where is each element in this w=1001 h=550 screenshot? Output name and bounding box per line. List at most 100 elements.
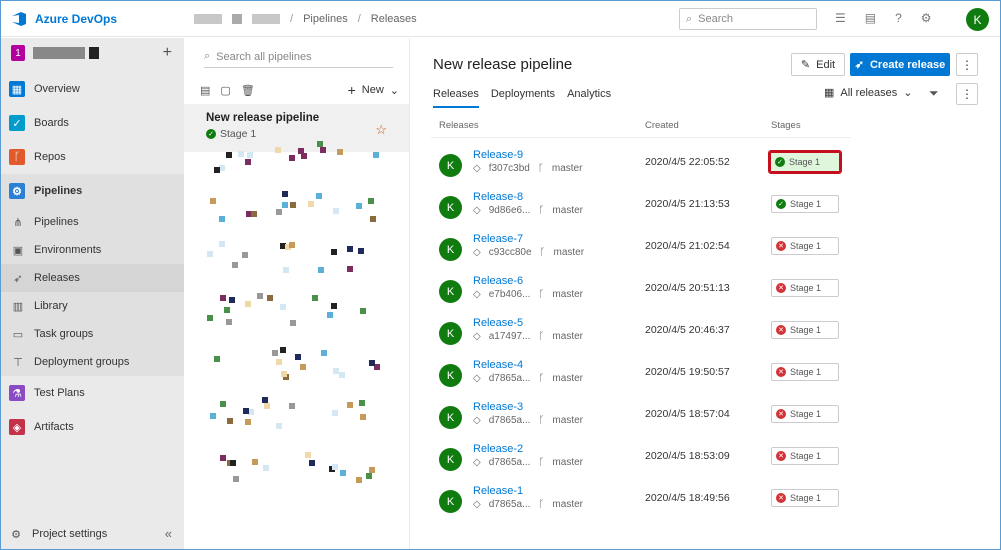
stage-badge[interactable]: ✕ Stage 1 [771,405,839,423]
nav-releases[interactable]: ➶ Releases [1,264,184,292]
release-meta: ◇ d7865a... ᚴ master [473,457,583,468]
table-row[interactable]: K Release-1 ◇ d7865a... ᚴ master 2020/4/5 18:4… [431,481,851,523]
branch-name: master [551,163,583,174]
stage-badge[interactable]: ✕ Stage 1 [771,237,839,255]
more-options-button[interactable]: ⋮ [956,83,978,105]
release-name[interactable]: Release-2 [473,443,523,455]
nav-library[interactable]: ▥ Library [1,292,184,320]
branch-icon: ᚴ [538,205,545,216]
release-name[interactable]: Release-7 [473,233,523,245]
add-icon[interactable]: + [163,44,172,62]
filter-list-icon: ▦ [824,87,835,99]
pipelines-icon: ⚙ [9,183,25,199]
nav-test-plans[interactable]: ⚗ Test Plans [1,376,184,410]
release-name[interactable]: Release-9 [473,149,523,161]
table-row[interactable]: K Release-2 ◇ d7865a... ᚴ master 2020/4/5 18:5… [431,439,851,481]
search-icon: ⌕ [686,12,693,25]
commit-id: e7b406... [488,289,531,300]
favorite-star-icon[interactable]: ☆ [375,122,387,138]
folder-view-icon[interactable]: ▢ [220,84,230,97]
branch-icon: ᚴ [538,331,545,342]
user-settings-icon[interactable]: ⚙ [921,11,932,25]
avatar: K [439,364,462,387]
branch-icon: ᚴ [538,457,545,468]
avatar: K [439,490,462,513]
release-meta: ◇ f307c3bd ᚴ master [473,163,582,174]
create-release-button[interactable]: ➶ Create release [850,53,950,76]
pipelines-toolbar: ▤ ▢ 🗑 + New ⌄ [184,76,409,104]
list-view-icon[interactable]: ▤ [200,84,210,97]
user-avatar[interactable]: K [966,8,989,31]
table-row[interactable]: K Release-7 ◇ c93cc80e ᚴ master 2020/4/5 21:02… [431,229,851,271]
table-row[interactable]: K Release-5 ◇ a17497... ᚴ master 2020/4/5 20:4… [431,313,851,355]
release-name[interactable]: Release-3 [473,401,523,413]
branch-name: master [552,499,583,510]
tab-releases[interactable]: Releases [433,88,479,108]
release-created: 2020/4/5 18:49:56 [645,492,730,504]
nav-task-groups[interactable]: ▭ Task groups [1,320,184,348]
release-meta: ◇ d7865a... ᚴ master [473,415,583,426]
stage-badge[interactable]: ✓ Stage 1 [771,195,839,213]
commit-id: d7865a... [488,457,531,468]
search-input[interactable]: ⌕ Search [679,8,817,30]
tab-analytics[interactable]: Analytics [567,88,611,108]
filter-icon[interactable]: ⏷ [929,86,939,101]
nav-boards[interactable]: ✓ Boards [1,106,184,140]
collapse-nav-icon[interactable]: « [165,526,172,541]
nav-deployment-groups[interactable]: ⊤ Deployment groups [1,348,184,376]
breadcrumb-org[interactable] [194,13,222,24]
column-header-stages: Stages [771,120,801,131]
release-name[interactable]: Release-1 [473,485,523,497]
breadcrumb-project[interactable] [252,13,280,24]
table-row[interactable]: K Release-4 ◇ d7865a... ᚴ master 2020/4/5 19:5… [431,355,851,397]
avatar: K [439,196,462,219]
releases-table: Releases Created Stages K Release-9 ◇ f307c… [431,114,851,513]
help-icon[interactable]: ? [895,11,902,25]
nav-pipelines[interactable]: ⚙ Pipelines [1,174,184,208]
stage-badge[interactable]: ✕ Stage 1 [771,279,839,297]
breadcrumb-releases[interactable]: Releases [371,13,417,25]
breadcrumb-redacted [232,13,242,24]
project-settings[interactable]: ⚙ Project settings [9,527,107,541]
marketplace-icon[interactable]: ▤ [865,11,876,25]
table-row[interactable]: K Release-9 ◇ f307c3bd ᚴ master 2020/4/5 22:05… [431,145,851,187]
nav-artifacts[interactable]: ◈ Artifacts [1,410,184,444]
release-name[interactable]: Release-5 [473,317,523,329]
nav-repos[interactable]: ᚴ Repos [1,140,184,174]
stage-badge[interactable]: ✓ Stage 1 [768,150,842,174]
new-pipeline-button[interactable]: + New ⌄ [348,82,399,98]
nav-pipelines-sub[interactable]: ⋔ Pipelines [1,208,184,236]
avatar: K [439,448,462,471]
commit-icon: ◇ [473,373,481,384]
table-row[interactable]: K Release-8 ◇ 9d86e6... ᚴ master 2020/4/5 21:1… [431,187,851,229]
release-filter[interactable]: ▦ All releases ⌄ [824,86,912,100]
table-row[interactable]: K Release-3 ◇ d7865a... ᚴ master 2020/4/5 18:5… [431,397,851,439]
project-header[interactable]: 1 + [1,38,184,68]
repos-icon: ᚴ [9,149,25,165]
release-name[interactable]: Release-8 [473,191,523,203]
pipelines-search-input[interactable]: ⌕ Search all pipelines [204,46,393,68]
stage-badge[interactable]: ✕ Stage 1 [771,447,839,465]
more-actions-button[interactable]: ⋮ [956,53,978,76]
branch-icon: ᚴ [539,247,546,258]
tab-deployments[interactable]: Deployments [491,88,555,108]
release-name[interactable]: Release-6 [473,275,523,287]
stage-badge[interactable]: ✕ Stage 1 [771,363,839,381]
release-created: 2020/4/5 19:50:57 [645,366,730,378]
breadcrumb-pipelines[interactable]: Pipelines [303,13,348,25]
success-icon: ✓ [775,157,785,167]
delete-icon[interactable]: 🗑 [241,84,255,97]
nav-environments[interactable]: ▣ Environments [1,236,184,264]
table-row[interactable]: K Release-6 ◇ e7b406... ᚴ master 2020/4/5 20:5… [431,271,851,313]
commit-id: d7865a... [488,373,531,384]
edit-button[interactable]: ✎ Edit [791,53,845,76]
release-name[interactable]: Release-4 [473,359,523,371]
stage-badge[interactable]: ✕ Stage 1 [771,489,839,507]
pipeline-item-selected[interactable]: New release pipeline ✓ Stage 1 ☆ [184,104,409,152]
stage-badge[interactable]: ✕ Stage 1 [771,321,839,339]
list-icon[interactable]: ☰ [835,11,846,25]
commit-icon: ◇ [473,499,481,510]
search-icon: ⌕ [204,50,211,62]
nav-overview[interactable]: ▦ Overview [1,72,184,106]
app-logo[interactable]: Azure DevOps [1,11,184,27]
